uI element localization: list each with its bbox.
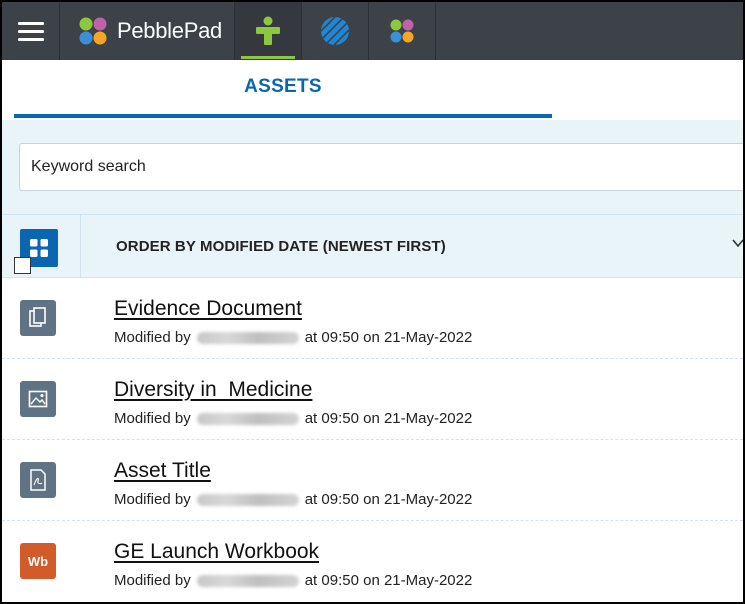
modified-date: at 09:50 on 21-May-2022: [304, 329, 473, 346]
list-item: Evidence Document Modified by at 09:50 o…: [2, 278, 743, 359]
grid-view-icon: [30, 239, 48, 257]
redacted-author-name: [196, 574, 299, 587]
asset-meta: Modified by at 09:50 on 21-May-2022: [114, 572, 472, 589]
tab-globe-app[interactable]: [302, 2, 369, 60]
atlas-person-icon: [256, 16, 280, 45]
pdf-file-icon[interactable]: [20, 462, 56, 498]
tab-assets-label: ASSETS: [244, 76, 322, 97]
asset-title-link[interactable]: Diversity in Medicine: [114, 378, 312, 402]
modified-by-label: Modified by: [114, 491, 191, 508]
divider: [80, 215, 81, 277]
modified-by-label: Modified by: [114, 329, 191, 346]
tab-atlas-app[interactable]: [235, 2, 302, 60]
menu-icon-bar: [17, 29, 44, 33]
modified-by-label: Modified by: [114, 572, 191, 589]
tab-assets[interactable]: ASSETS: [14, 60, 552, 118]
asset-meta: Modified by at 09:50 on 21-May-2022: [114, 329, 472, 346]
asset-title-link[interactable]: Evidence Document: [114, 297, 302, 321]
menu-button[interactable]: [2, 2, 60, 60]
app-window: PebblePad ASSETS Keyword search ORDER BY…: [2, 2, 743, 602]
sort-bar: ORDER BY MODIFIED DATE (NEWEST FIRST): [2, 214, 743, 278]
brand-name: PebblePad: [117, 18, 222, 43]
chevron-down-icon[interactable]: [732, 237, 743, 249]
pebblepad-logo-icon: [79, 17, 107, 45]
select-all-checkbox[interactable]: [14, 257, 31, 274]
modified-date: at 09:50 on 21-May-2022: [304, 572, 473, 589]
list-item: Asset Title Modified by at 09:50 on 21-M…: [2, 440, 743, 521]
asset-meta: Modified by at 09:50 on 21-May-2022: [114, 491, 472, 508]
keyword-search-input[interactable]: [19, 143, 743, 191]
sort-order-select[interactable]: ORDER BY MODIFIED DATE (NEWEST FIRST): [116, 238, 446, 255]
modified-date: at 09:50 on 21-May-2022: [304, 491, 473, 508]
menu-icon-bar: [17, 21, 44, 25]
workbook-badge-label: Wb: [27, 553, 49, 569]
redacted-author-name: [196, 331, 299, 344]
top-bar: PebblePad: [2, 2, 743, 60]
globe-icon: [321, 17, 349, 45]
brand-home-link[interactable]: PebblePad: [60, 2, 235, 60]
pebble-flower-icon: [390, 19, 414, 43]
asset-title-link[interactable]: Asset Title: [114, 459, 211, 483]
search-area: [2, 120, 743, 214]
asset-title-link[interactable]: GE Launch Workbook: [114, 540, 319, 564]
asset-list: Evidence Document Modified by at 09:50 o…: [2, 278, 743, 602]
tab-pebble-app[interactable]: [369, 2, 436, 60]
list-item: Wb GE Launch Workbook Modified by at 09:…: [2, 521, 743, 602]
modified-date: at 09:50 on 21-May-2022: [304, 410, 473, 427]
workbook-icon[interactable]: Wb: [20, 543, 56, 579]
document-icon[interactable]: [20, 300, 56, 336]
image-icon[interactable]: [20, 381, 56, 417]
menu-icon-bar: [17, 37, 44, 41]
asset-meta: Modified by at 09:50 on 21-May-2022: [114, 410, 472, 427]
redacted-author-name: [196, 493, 299, 506]
list-item: Diversity in Medicine Modified by at 09:…: [2, 359, 743, 440]
redacted-author-name: [196, 412, 299, 425]
modified-by-label: Modified by: [114, 410, 191, 427]
